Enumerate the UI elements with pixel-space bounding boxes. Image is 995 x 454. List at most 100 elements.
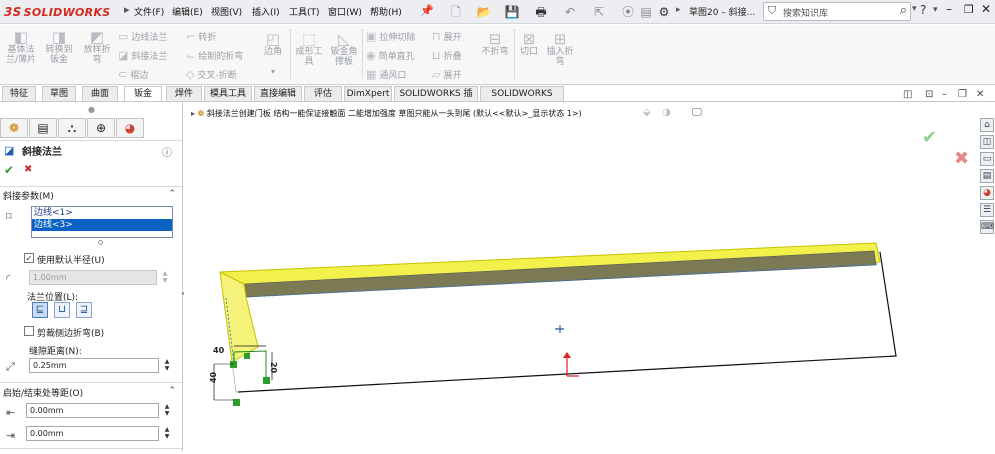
bend-outside-button[interactable]: ⊒ xyxy=(76,302,92,318)
sketch-point[interactable] xyxy=(230,361,237,368)
cancel-x-icon[interactable]: ✖ xyxy=(954,148,969,169)
lofted-bend-button[interactable]: ◩ 放样折 弯 xyxy=(80,29,114,65)
collapse-chevron-icon[interactable]: ⌃ xyxy=(168,386,176,396)
search-input[interactable]: 搜索知识库 xyxy=(783,6,828,19)
sketch-point[interactable] xyxy=(233,399,240,406)
configuration-manager-tab-icon[interactable]: ⛬ xyxy=(58,118,86,138)
gap-spinner[interactable]: ▲ ▼ xyxy=(162,358,172,373)
viewport-close-icon[interactable]: ✕ xyxy=(976,89,984,100)
section-start-end-offset[interactable]: 启始/结束处等距(O) xyxy=(3,386,83,399)
edge-flange-button[interactable]: ▭ 边线法兰 xyxy=(118,30,167,43)
gusset-button[interactable]: ◺ 钣金角 撑板 xyxy=(327,31,361,67)
cancel-button[interactable]: ✖ xyxy=(24,164,32,175)
viewport-maximize-icon[interactable]: ❐ xyxy=(958,89,967,100)
fold-button[interactable]: ⊔ 折叠 xyxy=(432,49,462,62)
material-inside-button[interactable]: ⊑ xyxy=(32,302,48,318)
material-outside-button[interactable]: ⊔ xyxy=(54,302,70,318)
new-document-icon[interactable]: 🗋 xyxy=(448,4,464,20)
convert-to-sheetmetal-button[interactable]: ◨ 转换到 钣金 xyxy=(42,29,76,65)
rip-button[interactable]: ⊠ 切口 xyxy=(516,31,542,57)
list-item[interactable]: 边线<1> xyxy=(32,207,172,219)
miter-flange-button[interactable]: ◪ 斜接法兰 xyxy=(118,49,167,62)
menu-insert[interactable]: 插入(I) xyxy=(252,5,280,18)
forming-tool-button[interactable]: ⬚ 成形工 具 xyxy=(292,31,326,67)
trim-side-bends-checkbox[interactable] xyxy=(24,326,34,336)
menu-help[interactable]: 帮助(H) xyxy=(370,5,402,18)
jog-button[interactable]: ⌐ 转折 xyxy=(186,30,216,43)
help-icon[interactable]: ? xyxy=(920,3,926,17)
sketch-point[interactable] xyxy=(263,377,270,384)
tab-mold-tools[interactable]: 模具工具 xyxy=(204,86,252,102)
vent-button[interactable]: ▦ 通风口 xyxy=(366,68,406,81)
end-offset-field[interactable]: 0.00mm xyxy=(26,426,159,441)
collapse-chevron-icon[interactable]: ⌃ xyxy=(168,189,176,199)
view-orientation-icon[interactable]: ⬙ xyxy=(643,107,651,118)
corners-button[interactable]: ◰ 边角 ▾ xyxy=(258,31,288,77)
restore-icon[interactable]: ❐ xyxy=(964,3,974,16)
tab-sheet-metal[interactable]: 钣金 xyxy=(124,86,162,102)
end-offset-spinner[interactable]: ▲ ▼ xyxy=(162,426,172,441)
tab-solidworks-mbd[interactable]: SOLIDWORKS MBD xyxy=(480,86,564,113)
home-icon[interactable]: ⌂ xyxy=(980,118,994,132)
flatten-button[interactable]: ▱ 展开 xyxy=(432,68,461,81)
tab-weldments[interactable]: 焊件 xyxy=(166,86,202,102)
options-gear-icon[interactable]: ⚙ xyxy=(656,4,672,20)
print-icon[interactable]: 🖶 xyxy=(533,4,549,20)
section-miter-parameters[interactable]: 斜接参数(M) xyxy=(3,189,54,202)
viewport-restore-icon[interactable]: ◫ xyxy=(903,89,912,100)
tab-dimxpert[interactable]: DimXpert xyxy=(344,86,392,102)
tab-evaluate[interactable]: 评估 xyxy=(304,86,342,102)
dimension-right-label[interactable]: 20 xyxy=(269,362,278,373)
model-canvas[interactable] xyxy=(184,102,979,451)
tab-surfaces[interactable]: 曲面 xyxy=(82,86,118,102)
custom-properties-icon[interactable]: ☰ xyxy=(980,203,994,217)
forum-icon[interactable]: ⌨ xyxy=(980,220,994,234)
menu-window[interactable]: 窗口(W) xyxy=(328,5,362,18)
insert-bends-button[interactable]: ⊞ 插入折 弯 xyxy=(543,31,577,67)
sketched-bend-button[interactable]: ⌙ 绘制的折弯 xyxy=(186,49,243,62)
file-properties-icon[interactable]: ▤ xyxy=(638,4,654,20)
hem-button[interactable]: ⊂ 褶边 xyxy=(118,68,148,81)
help-circle-icon[interactable]: ⓘ xyxy=(162,144,172,159)
list-resize-handle[interactable] xyxy=(98,240,103,245)
ok-button[interactable]: ✔ xyxy=(4,163,14,177)
expand-arrow-icon[interactable]: ▸ xyxy=(676,5,681,15)
no-bends-button[interactable]: ⊟ 不折弯 xyxy=(478,31,512,57)
view-palette-icon[interactable]: ▤ xyxy=(980,169,994,183)
tab-sketch[interactable]: 草图 xyxy=(42,86,76,102)
start-offset-spinner[interactable]: ▲ ▼ xyxy=(162,403,172,418)
list-item-selected[interactable]: 边线<3> xyxy=(32,219,172,231)
view-settings-icon[interactable]: 🖵 xyxy=(692,107,702,118)
display-style-icon[interactable]: ◑ xyxy=(662,107,671,118)
edge-selection-list[interactable]: 边线<1> 边线<3> xyxy=(31,206,173,238)
feature-manager-tab-icon[interactable]: ❁ xyxy=(0,118,28,138)
menu-view[interactable]: 视图(V) xyxy=(211,5,242,18)
base-flange-button[interactable]: ◧ 基体法 兰/薄片 xyxy=(4,29,38,65)
design-library-icon[interactable]: ◫ xyxy=(980,135,994,149)
unfold-button[interactable]: ⊓ 展开 xyxy=(432,30,462,43)
pin-icon[interactable]: 📌 xyxy=(420,4,434,17)
open-file-icon[interactable]: 📂 xyxy=(476,4,492,20)
help-dropdown-icon[interactable]: ▾ xyxy=(933,5,938,15)
property-manager-tab-icon[interactable]: ▤ xyxy=(29,118,57,138)
solidworks-logo[interactable]: 3S SOLIDWORKS xyxy=(4,3,129,21)
dimension-top-label[interactable]: 40 xyxy=(213,346,225,355)
panel-grip-icon[interactable]: ● xyxy=(88,105,95,114)
cross-break-button[interactable]: ◇ 交叉-折断 xyxy=(186,68,237,81)
close-icon[interactable]: ✕ xyxy=(981,2,991,16)
use-default-radius-checkbox[interactable]: ✓ xyxy=(24,253,34,263)
save-icon[interactable]: 💾 xyxy=(504,4,520,20)
menu-expand-icon[interactable]: ▸ xyxy=(124,3,130,16)
display-manager-tab-icon[interactable]: ◕ xyxy=(116,118,144,138)
undo-icon[interactable]: ↶ xyxy=(562,4,578,20)
extruded-cut-button[interactable]: ▣ 拉伸切除 xyxy=(366,30,415,43)
start-offset-field[interactable]: 0.00mm xyxy=(26,403,159,418)
appearances-icon[interactable]: ◕ xyxy=(980,186,994,200)
tab-features[interactable]: 特征 xyxy=(2,86,36,102)
dimxpert-manager-tab-icon[interactable]: ⊕ xyxy=(87,118,115,138)
menu-file[interactable]: 文件(F) xyxy=(134,5,164,18)
search-dropdown-icon[interactable]: ▾ xyxy=(912,4,917,14)
graphics-area[interactable] xyxy=(184,102,979,451)
simple-hole-button[interactable]: ◉ 简单直孔 xyxy=(366,49,415,62)
sketch-point[interactable] xyxy=(244,353,250,359)
